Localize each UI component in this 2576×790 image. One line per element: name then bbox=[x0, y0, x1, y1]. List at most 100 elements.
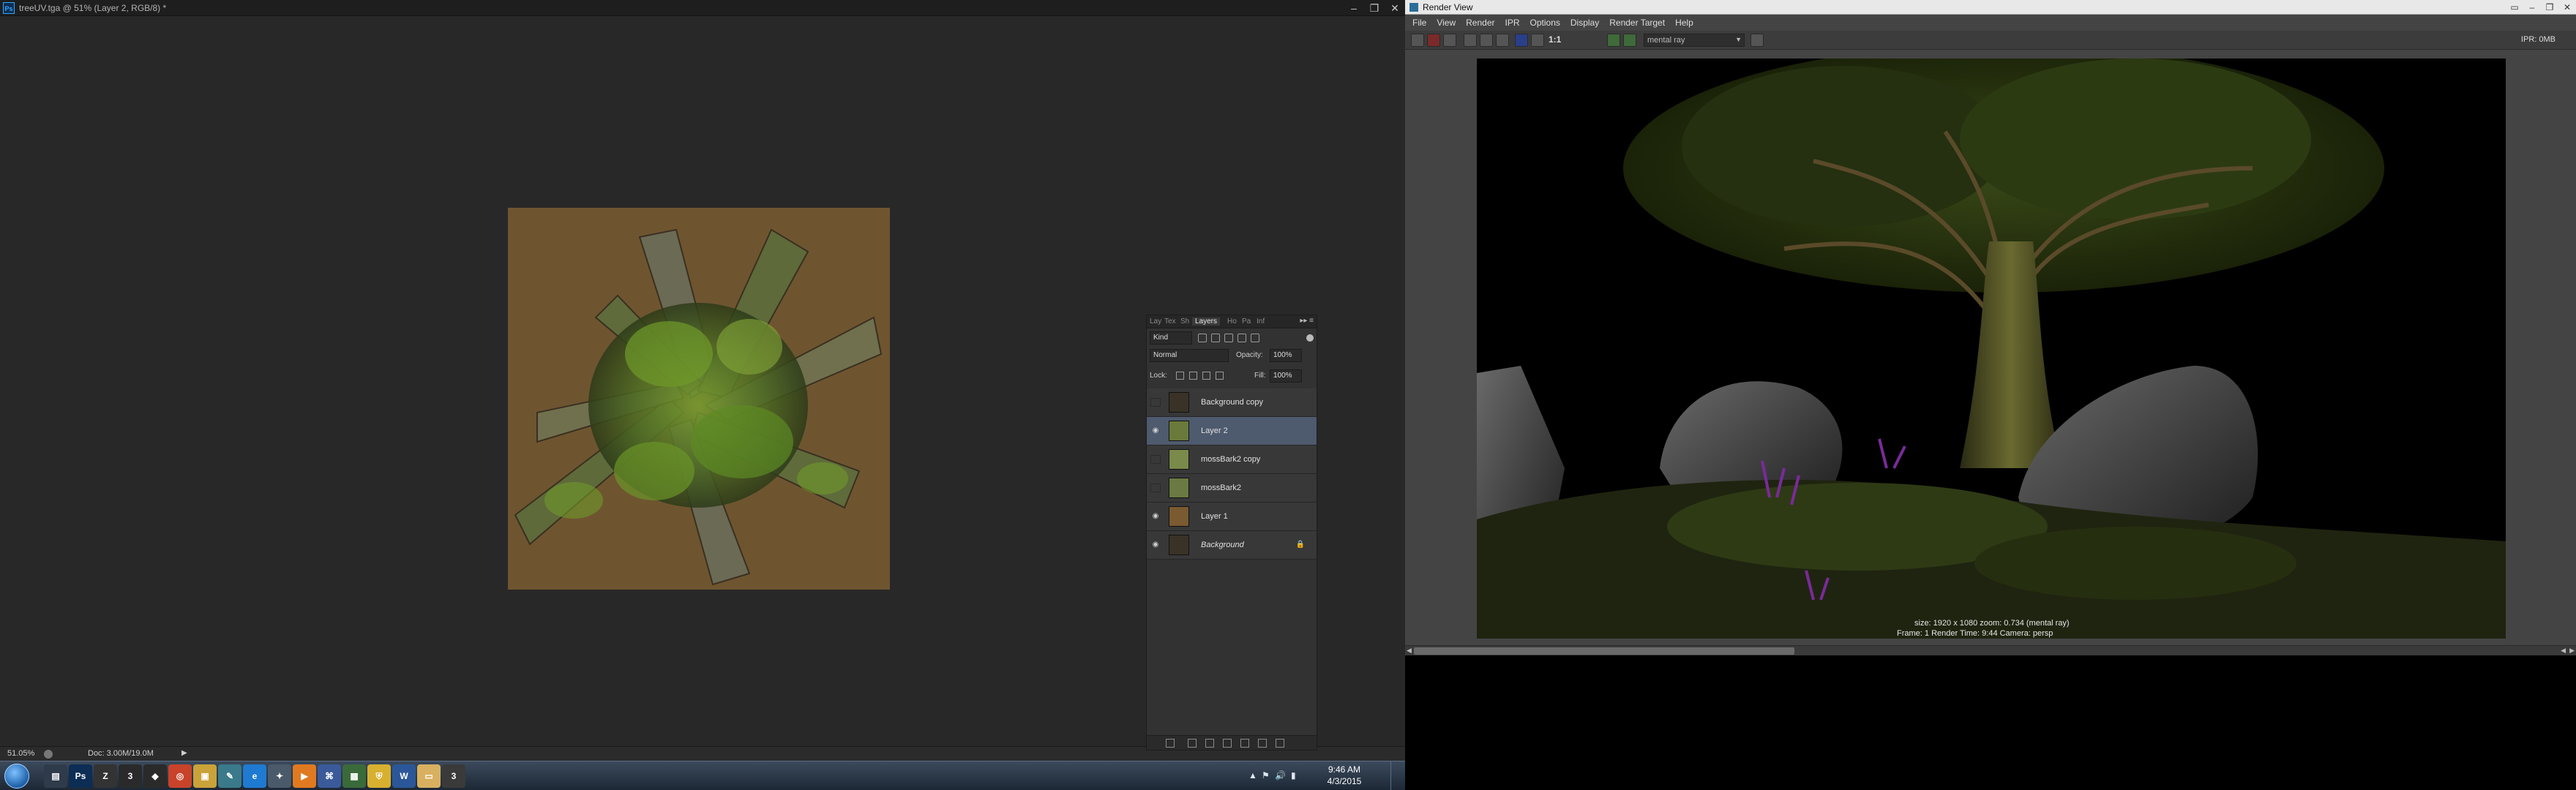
color-channels-icon[interactable] bbox=[1515, 34, 1528, 47]
tab-pa[interactable]: Pa bbox=[1242, 317, 1251, 326]
render-region-icon[interactable] bbox=[1427, 34, 1440, 47]
layer-name[interactable]: Background copy bbox=[1201, 398, 1263, 407]
blend-mode-select[interactable]: Normal bbox=[1150, 349, 1229, 362]
menu-display[interactable]: Display bbox=[1570, 18, 1599, 28]
tab-inf[interactable]: Inf bbox=[1257, 317, 1265, 326]
taskbar-network-app-icon[interactable]: ⌘ bbox=[318, 764, 341, 788]
layer-name[interactable]: mossBark2 copy bbox=[1201, 455, 1260, 464]
link-layers-icon[interactable] bbox=[1166, 739, 1175, 748]
document-canvas[interactable] bbox=[508, 208, 890, 590]
taskbar-tool-app-icon[interactable]: ✦ bbox=[268, 764, 291, 788]
add-mask-icon[interactable] bbox=[1205, 739, 1214, 748]
menu-view[interactable]: View bbox=[1437, 18, 1456, 28]
new-group-icon[interactable] bbox=[1240, 739, 1249, 748]
taskbar-media-player-icon[interactable]: ▶ bbox=[293, 764, 316, 788]
keep-image-icon[interactable] bbox=[1607, 34, 1620, 47]
layer-name[interactable]: Layer 2 bbox=[1201, 426, 1228, 435]
menu-help[interactable]: Help bbox=[1675, 18, 1693, 28]
rv-minimize-button[interactable]: – bbox=[2523, 0, 2541, 15]
taskbar-zbrush-icon[interactable]: Z bbox=[94, 764, 117, 788]
taskbar-explorer-icon[interactable]: ▭ bbox=[417, 764, 441, 788]
lock-transparent-icon[interactable] bbox=[1176, 372, 1184, 380]
visibility-eye-icon[interactable]: ◉ bbox=[1150, 455, 1161, 464]
refresh-ipr-icon[interactable] bbox=[1480, 34, 1493, 47]
start-button[interactable] bbox=[4, 764, 29, 789]
snapshot-icon[interactable] bbox=[1443, 34, 1456, 47]
render-view-titlebar[interactable]: Render View ▭ – ❐ ✕ bbox=[1405, 0, 2576, 15]
render-settings-icon[interactable] bbox=[1751, 34, 1764, 47]
taskbar-word-icon[interactable]: W bbox=[392, 764, 416, 788]
taskbar-internet-explorer-icon[interactable]: e bbox=[243, 764, 266, 788]
menu-options[interactable]: Options bbox=[1530, 18, 1560, 28]
status-menu-arrow-icon[interactable]: ▶ bbox=[181, 749, 187, 757]
tab-sh[interactable]: Sh bbox=[1180, 317, 1189, 326]
clock-date[interactable]: 4/3/2015 bbox=[1319, 776, 1370, 786]
rv-restore-button[interactable]: ❐ bbox=[2541, 0, 2558, 15]
taskbar-file-manager-icon[interactable]: ▤ bbox=[44, 764, 67, 788]
renderer-select[interactable]: mental ray ▼ bbox=[1644, 34, 1745, 47]
restore-button[interactable]: ❐ bbox=[1364, 0, 1385, 16]
taskbar-photoshop-icon[interactable]: Ps bbox=[69, 764, 92, 788]
taskbar-3ds-max-2015-icon[interactable]: 3 bbox=[442, 764, 465, 788]
taskbar-unity-icon[interactable]: ◆ bbox=[143, 764, 167, 788]
scroll-thumb[interactable] bbox=[1414, 647, 1794, 655]
layer-row[interactable]: ◉ Background 🔒 bbox=[1147, 531, 1317, 560]
redo-render-icon[interactable] bbox=[1411, 34, 1424, 47]
taskbar-chrome-icon[interactable]: ◎ bbox=[168, 764, 192, 788]
tab-lay[interactable]: Lay bbox=[1150, 317, 1161, 326]
menu-render[interactable]: Render bbox=[1466, 18, 1494, 28]
tab-tex[interactable]: Tex bbox=[1164, 317, 1176, 326]
layer-row[interactable]: ◉ Layer 2 bbox=[1147, 417, 1317, 445]
type-filter-icon[interactable] bbox=[1224, 334, 1233, 342]
layer-name[interactable]: Background bbox=[1201, 541, 1244, 549]
visibility-eye-icon[interactable]: ◉ bbox=[1150, 398, 1161, 407]
menu-render-target[interactable]: Render Target bbox=[1609, 18, 1665, 28]
render-viewport[interactable]: size: 1920 x 1080 zoom: 0.734 (mental ra… bbox=[1405, 50, 2576, 639]
pixel-filter-icon[interactable] bbox=[1198, 334, 1207, 342]
zoom-level[interactable]: 51.05% bbox=[7, 749, 34, 758]
action-center-flag-icon[interactable]: ⚑ bbox=[1262, 770, 1270, 780]
tab-ho[interactable]: Ho bbox=[1227, 317, 1237, 326]
network-icon[interactable]: ▮ bbox=[1291, 770, 1296, 780]
visibility-eye-icon[interactable]: ◉ bbox=[1150, 484, 1161, 492]
visibility-eye-icon[interactable]: ◉ bbox=[1150, 426, 1161, 435]
taskbar-3dsmax-icon[interactable]: 3 bbox=[119, 764, 142, 788]
adjustment-layer-icon[interactable] bbox=[1223, 739, 1232, 748]
layer-name[interactable]: mossBark2 bbox=[1201, 484, 1241, 492]
volume-icon[interactable]: 🔊 bbox=[1275, 770, 1286, 780]
smart-object-filter-icon[interactable] bbox=[1251, 334, 1259, 342]
panel-menu-icon[interactable]: ▸▸ ≡ bbox=[1300, 317, 1314, 325]
ps-titlebar[interactable]: Ps treeUV.tga @ 51% (Layer 2, RGB/8) * –… bbox=[0, 0, 1405, 16]
clock-time[interactable]: 9:46 AM bbox=[1319, 764, 1370, 775]
visibility-eye-icon[interactable]: ◉ bbox=[1150, 541, 1161, 549]
layer-row[interactable]: ◉ Layer 1 bbox=[1147, 503, 1317, 531]
rv-close-button[interactable]: ✕ bbox=[2558, 0, 2576, 15]
layer-row[interactable]: ◉ mossBark2 copy bbox=[1147, 445, 1317, 474]
alpha-channel-icon[interactable] bbox=[1531, 34, 1544, 47]
layer-style-icon[interactable] bbox=[1188, 739, 1197, 748]
lock-all-icon[interactable] bbox=[1216, 372, 1224, 380]
menu-ipr[interactable]: IPR bbox=[1505, 18, 1520, 28]
kind-filter-select[interactable]: Kind bbox=[1150, 331, 1192, 345]
adjustment-filter-icon[interactable] bbox=[1211, 334, 1220, 342]
delete-layer-icon[interactable] bbox=[1276, 739, 1284, 748]
taskbar-explorer-folders-icon[interactable]: ▣ bbox=[193, 764, 217, 788]
status-info-icon[interactable] bbox=[44, 750, 53, 759]
filter-toggle-icon[interactable] bbox=[1306, 334, 1314, 342]
taskbar-security-app-icon[interactable]: ⛨ bbox=[367, 764, 391, 788]
scroll-left-icon[interactable]: ◀ bbox=[1407, 647, 1412, 655]
new-layer-icon[interactable] bbox=[1258, 739, 1267, 748]
fill-input[interactable]: 100% bbox=[1270, 369, 1302, 383]
layer-row[interactable]: ◉ Background copy bbox=[1147, 388, 1317, 417]
taskbar-system-app-icon[interactable]: ▦ bbox=[342, 764, 366, 788]
real-size-button[interactable]: 1:1 bbox=[1549, 34, 1561, 45]
rv-menu-button[interactable]: ▭ bbox=[2506, 0, 2523, 15]
taskbar-sketch-tool-icon[interactable]: ✎ bbox=[218, 764, 242, 788]
close-button[interactable]: ✕ bbox=[1385, 0, 1405, 16]
scroll-right-icon[interactable]: ◀ bbox=[2561, 647, 2566, 655]
remove-image-icon[interactable] bbox=[1623, 34, 1636, 47]
lock-image-icon[interactable] bbox=[1189, 372, 1197, 380]
ipr-render-icon[interactable] bbox=[1464, 34, 1477, 47]
display-rgb-icon[interactable] bbox=[1496, 34, 1509, 47]
tab-layers[interactable]: Layers bbox=[1192, 317, 1221, 326]
